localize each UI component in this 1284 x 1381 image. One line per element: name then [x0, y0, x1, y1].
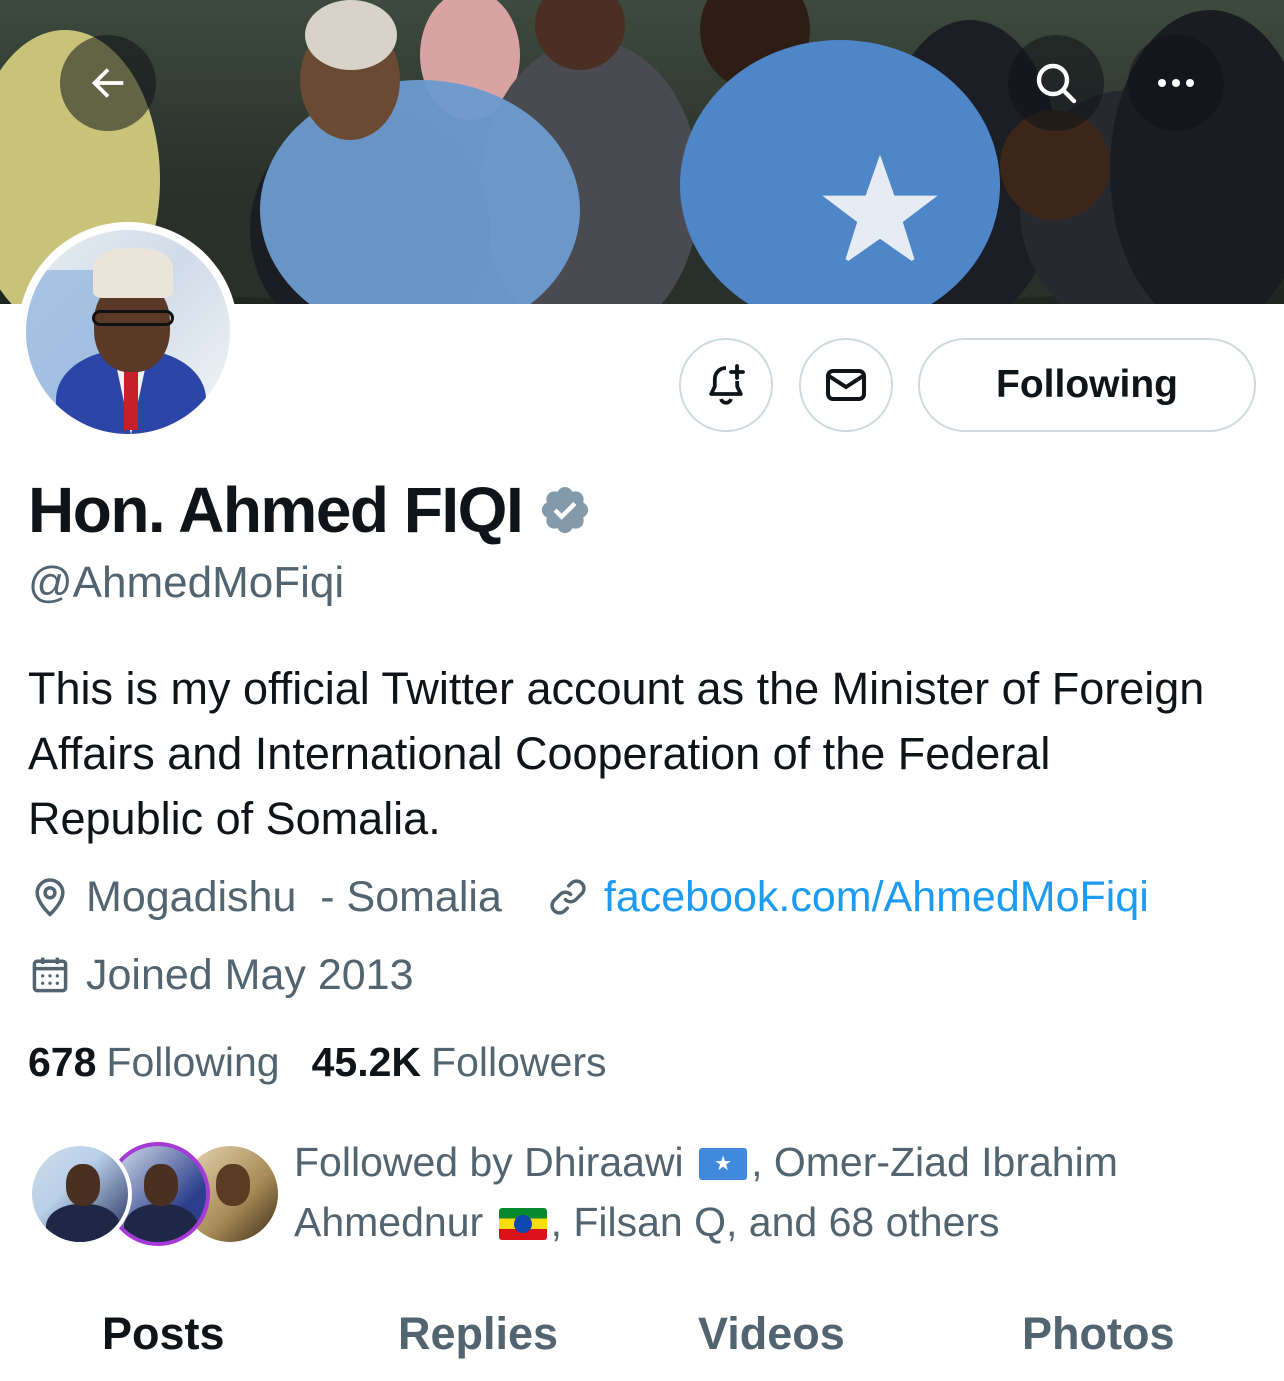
- profile-bio: This is my official Twitter account as t…: [28, 663, 1205, 844]
- somalia-flag-icon: [699, 1148, 748, 1180]
- more-dots-icon: [1158, 79, 1194, 87]
- following-count: 678: [28, 1038, 97, 1085]
- mutual-avatar: [28, 1142, 132, 1246]
- search-button[interactable]: [1008, 35, 1104, 131]
- profile-tabs: Posts Replies Videos Photos: [0, 1296, 1284, 1381]
- location-item: Mogadishu - Somalia: [28, 873, 502, 922]
- followed-by-text: Followed by Dhiraawi , Omer-Ziad Ibrahim…: [294, 1132, 1254, 1252]
- message-button[interactable]: [799, 338, 893, 432]
- calendar-icon: [32, 957, 68, 993]
- more-options-button[interactable]: [1128, 35, 1224, 131]
- followed-by-suffix: , Filsan Q, and 68 others: [550, 1199, 1000, 1245]
- name-row: Hon. Ahmed FIQI: [28, 468, 592, 552]
- ethiopia-flag-icon: [498, 1208, 547, 1240]
- notifications-button[interactable]: [679, 338, 773, 432]
- joined-item: Joined May 2013: [28, 951, 414, 1000]
- envelope-icon: [826, 369, 866, 401]
- website-item[interactable]: facebook.com/AhmedMoFiqi: [546, 873, 1149, 922]
- profile-avatar[interactable]: [18, 222, 238, 442]
- back-button[interactable]: [60, 35, 156, 131]
- location-pin-icon: [35, 878, 65, 917]
- flag-star-shape: [822, 154, 938, 264]
- followers-you-know[interactable]: Followed by Dhiraawi , Omer-Ziad Ibrahim…: [28, 1132, 1268, 1252]
- link-icon: [550, 879, 586, 915]
- verified-badge-icon[interactable]: [538, 483, 592, 537]
- website-link[interactable]: facebook.com/AhmedMoFiqi: [604, 873, 1149, 922]
- arrow-left-icon: [91, 68, 124, 98]
- mutual-avatars: [28, 1142, 282, 1246]
- followed-by-prefix: Followed by Dhiraawi: [294, 1139, 684, 1185]
- following-button[interactable]: Following: [918, 338, 1256, 432]
- joined-text: Joined May 2013: [86, 950, 414, 999]
- search-icon: [1036, 63, 1077, 104]
- following-label: Following: [106, 1038, 280, 1085]
- avatar-photo: [26, 230, 230, 434]
- followers-stat[interactable]: 45.2K Followers: [312, 1039, 607, 1086]
- tab-photos[interactable]: Photos: [1022, 1296, 1175, 1372]
- joined-row: Joined May 2013: [28, 946, 414, 1004]
- profile-handle: @AhmedMoFiqi: [28, 558, 345, 607]
- followers-count: 45.2K: [311, 1038, 422, 1085]
- following-stat[interactable]: 678 Following: [28, 1039, 280, 1086]
- followers-label: Followers: [431, 1038, 607, 1085]
- bell-plus-icon: [709, 364, 745, 405]
- display-name: Hon. Ahmed FIQI: [28, 474, 524, 546]
- follow-stats: 678 Following 45.2K Followers: [28, 1034, 606, 1090]
- tab-videos[interactable]: Videos: [698, 1296, 845, 1372]
- tab-posts[interactable]: Posts: [102, 1296, 225, 1372]
- profile-page: Following Hon. Ahmed FIQI @AhmedMoFiqi T…: [0, 0, 1284, 1381]
- location-text: Mogadishu - Somalia: [86, 872, 502, 921]
- tab-replies[interactable]: Replies: [398, 1296, 558, 1372]
- profile-meta-row: Mogadishu - Somalia facebook.com/AhmedMo…: [28, 868, 1149, 926]
